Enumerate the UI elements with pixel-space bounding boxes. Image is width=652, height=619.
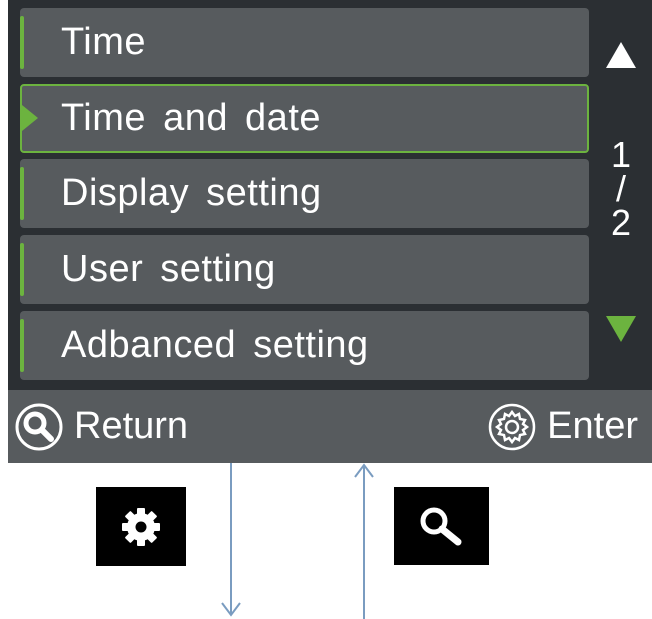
down-arrow-icon bbox=[221, 463, 241, 617]
page-total: 2 bbox=[610, 202, 632, 243]
enter-label: Enter bbox=[547, 405, 638, 447]
menu-item-label: Time bbox=[61, 21, 147, 63]
scroll-column: 1 / 2 bbox=[590, 0, 652, 388]
hardware-enter-button[interactable] bbox=[96, 487, 186, 566]
enter-button[interactable]: Enter bbox=[487, 390, 638, 463]
menu-item-label: Time and date bbox=[61, 97, 322, 139]
menu-item-label: Adbanced setting bbox=[61, 324, 369, 366]
scroll-down-arrow-icon[interactable] bbox=[606, 316, 636, 342]
menu-list: Time Time and date Display setting User … bbox=[8, 0, 590, 388]
menu-item-indicator-bar bbox=[20, 319, 24, 372]
search-icon bbox=[420, 507, 461, 546]
menu-item-indicator-bar bbox=[20, 243, 24, 296]
device-screen: Time Time and date Display setting User … bbox=[8, 0, 652, 463]
gear-icon bbox=[122, 507, 160, 546]
menu-item-advanced-setting[interactable]: Adbanced setting bbox=[20, 311, 589, 380]
gear-icon bbox=[488, 403, 536, 450]
page-current: 1 bbox=[610, 134, 632, 175]
footer-bar: Return Enter bbox=[8, 390, 652, 463]
menu-item-indicator-bar bbox=[20, 16, 24, 69]
hardware-return-button[interactable] bbox=[394, 487, 489, 565]
menu-item-time-and-date[interactable]: Time and date bbox=[20, 84, 589, 153]
page-indicator: 1 / 2 bbox=[590, 134, 652, 243]
menu-item-time[interactable]: Time bbox=[20, 8, 589, 77]
page-separator: / bbox=[615, 168, 626, 209]
scroll-up-arrow-icon[interactable] bbox=[606, 42, 636, 68]
selection-pointer-icon bbox=[22, 105, 38, 131]
menu-item-indicator-bar bbox=[20, 167, 24, 220]
up-arrow-icon bbox=[354, 463, 374, 619]
search-icon bbox=[15, 403, 63, 450]
menu-item-label: User setting bbox=[61, 248, 276, 290]
return-label: Return bbox=[74, 405, 189, 447]
menu-item-label: Display setting bbox=[61, 172, 322, 214]
return-button[interactable]: Return bbox=[14, 390, 188, 463]
menu-item-display-setting[interactable]: Display setting bbox=[20, 159, 589, 228]
menu-item-user-setting[interactable]: User setting bbox=[20, 235, 589, 304]
